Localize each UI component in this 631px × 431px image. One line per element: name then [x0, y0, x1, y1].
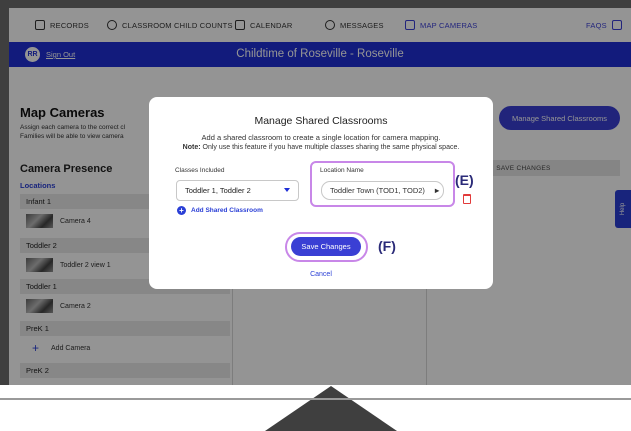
screenshot-frame: RECORDS CLASSROOM CHILD COUNTS CALENDAR … — [0, 0, 631, 385]
note-text: Only use this feature if you have multip… — [200, 144, 460, 151]
classes-included-label: Classes Included — [175, 167, 225, 174]
divider-line — [0, 398, 631, 400]
location-name-label: Location Name — [320, 167, 364, 174]
save-changes-highlight: Save Changes — [285, 232, 368, 262]
add-shared-classroom-button[interactable]: + Add Shared Classroom — [177, 206, 263, 215]
location-name-input[interactable]: Toddler Town (TOD1, TOD2) ▸ — [321, 181, 444, 200]
plus-circle-icon: + — [177, 206, 186, 215]
classes-included-value: Toddler 1, Toddler 2 — [185, 186, 251, 195]
note-label: Note: — [182, 144, 201, 151]
cancel-link[interactable]: Cancel — [149, 271, 493, 278]
modal-title: Manage Shared Classrooms — [254, 115, 388, 127]
add-shared-classroom-label: Add Shared Classroom — [191, 207, 263, 214]
location-name-highlight: Location Name Toddler Town (TOD1, TOD2) … — [310, 161, 455, 207]
location-name-value: Toddler Town (TOD1, TOD2) — [330, 186, 425, 195]
modal-note: Note: Only use this feature if you have … — [149, 144, 493, 151]
trash-icon[interactable] — [463, 194, 471, 204]
pointer-triangle — [265, 386, 397, 431]
classes-included-select[interactable]: Toddler 1, Toddler 2 — [176, 180, 299, 201]
callout-e: (E) — [455, 172, 474, 188]
caret-right-icon: ▸ — [434, 186, 439, 195]
manage-shared-classrooms-modal: Manage Shared Classrooms Add a shared cl… — [149, 97, 493, 289]
chevron-down-icon — [284, 188, 290, 192]
callout-f: (F) — [378, 238, 396, 254]
save-changes-button[interactable]: Save Changes — [291, 237, 361, 256]
modal-description: Add a shared classroom to create a singl… — [201, 133, 441, 142]
app-window: RECORDS CLASSROOM CHILD COUNTS CALENDAR … — [9, 8, 631, 385]
